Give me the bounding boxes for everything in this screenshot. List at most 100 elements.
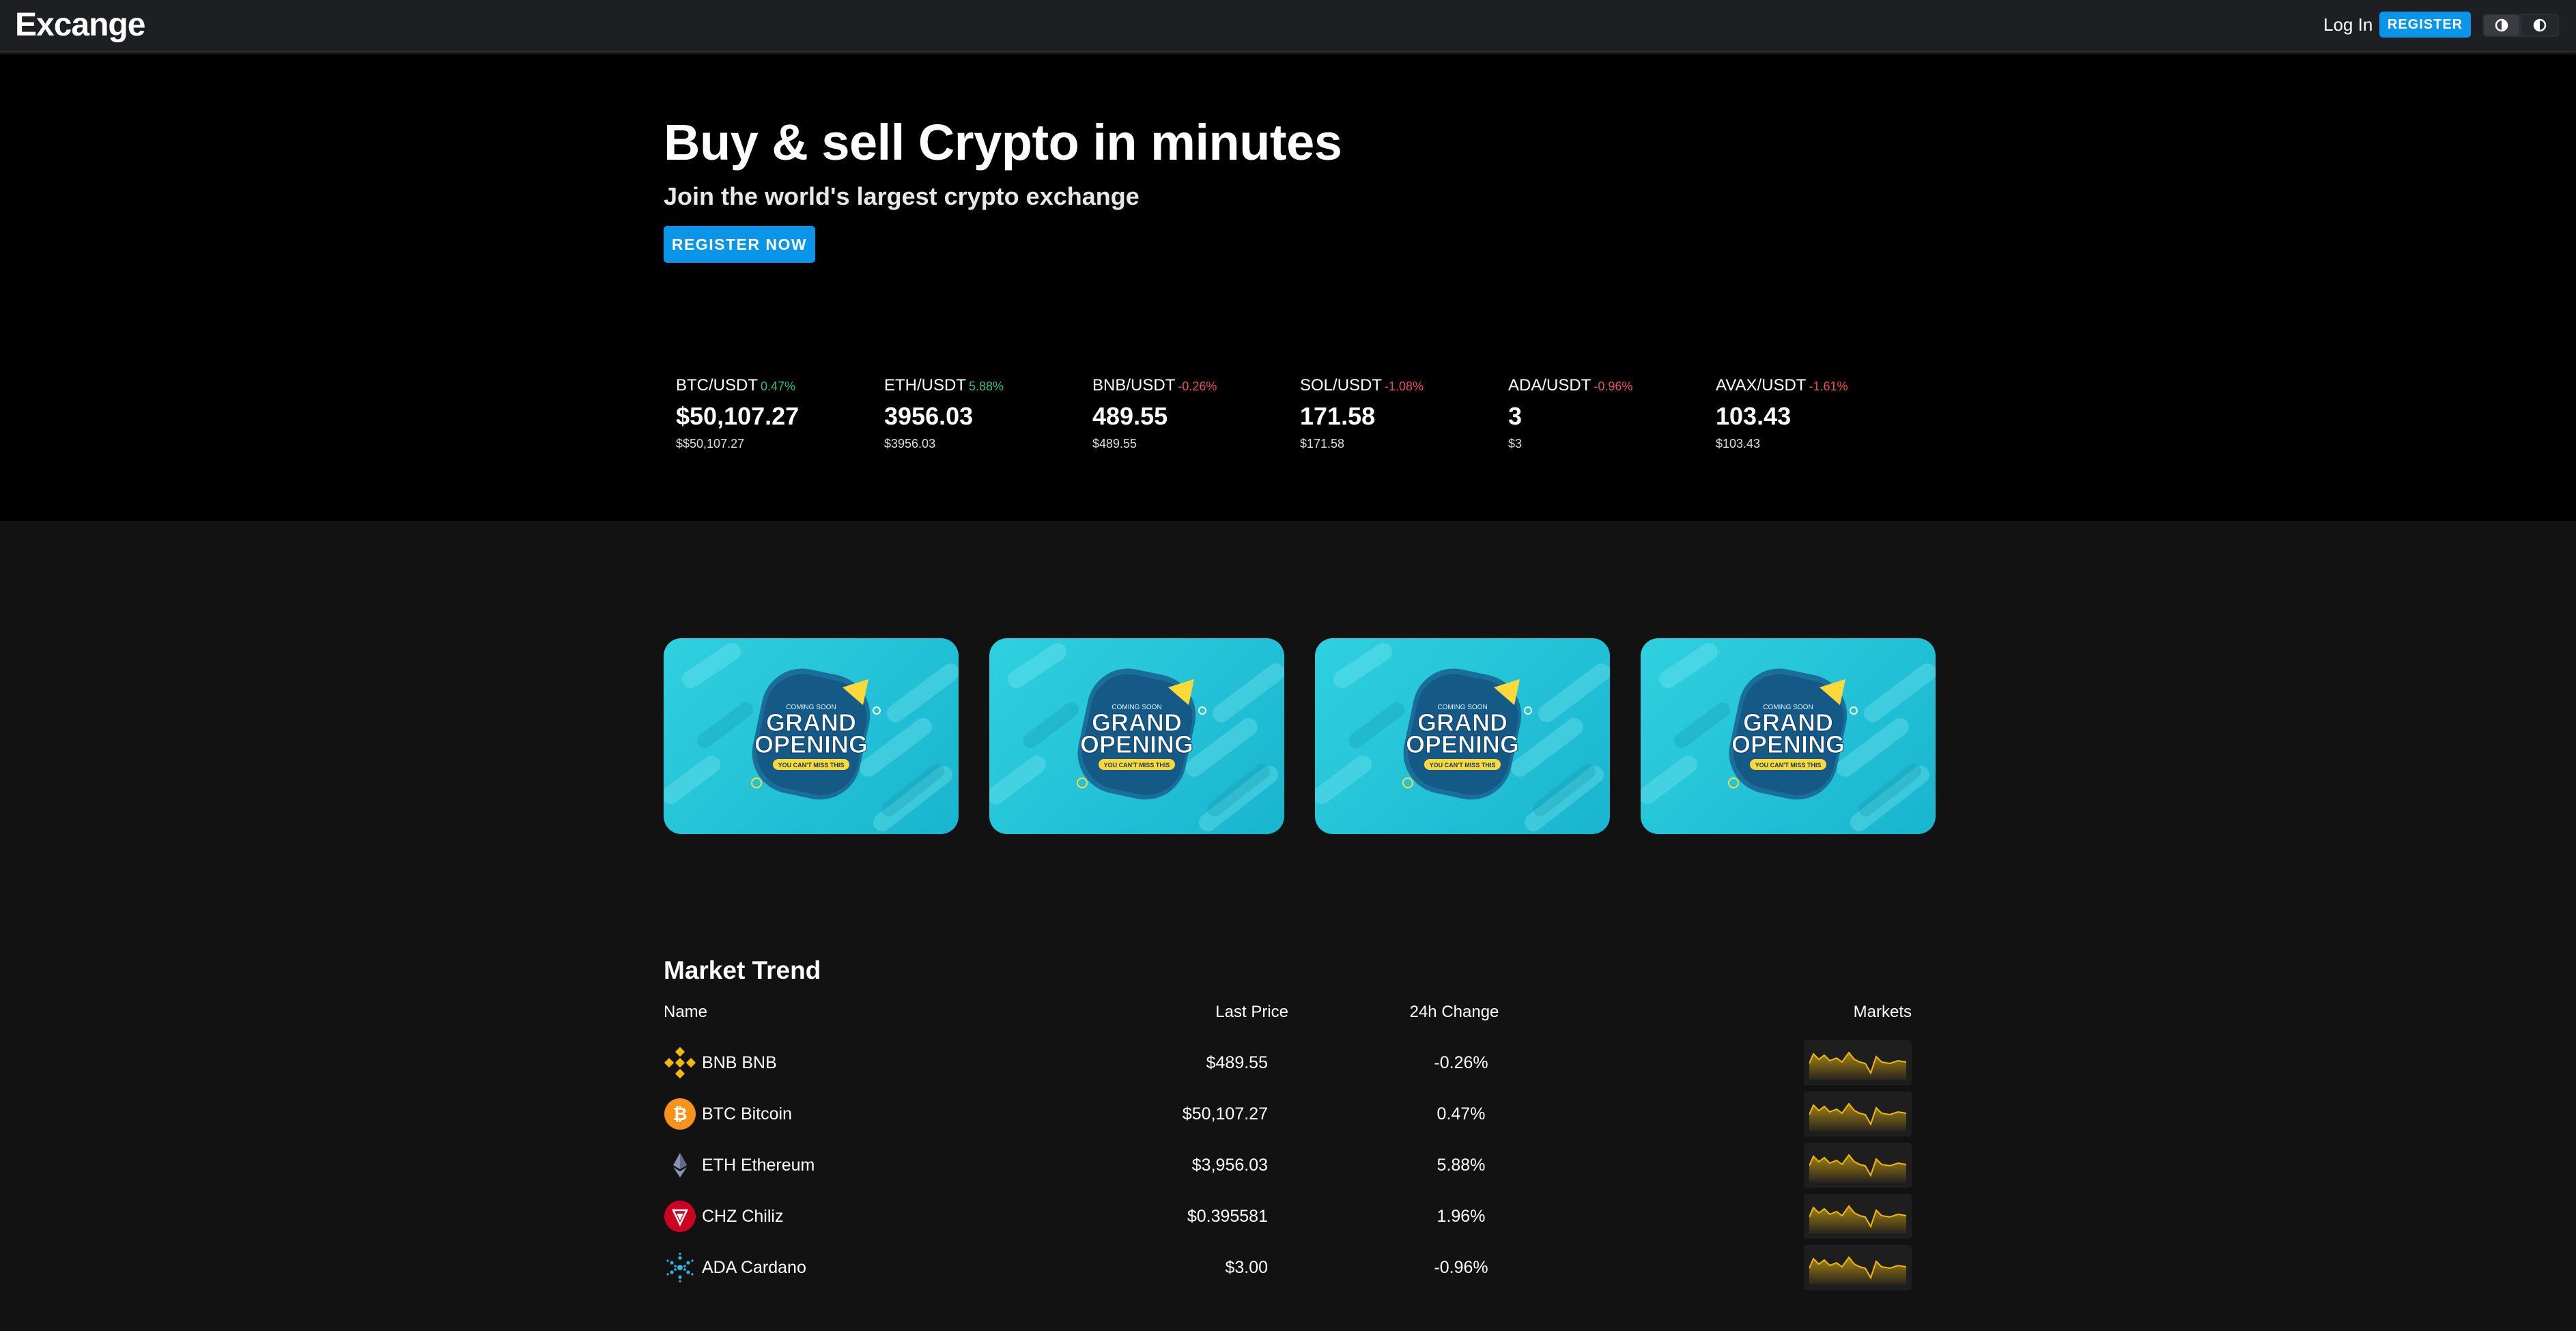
sparkline-chart — [1809, 1051, 1906, 1080]
theme-toggle — [2482, 14, 2559, 37]
ticker-ada[interactable]: ADA/USDT -0.96% 3 $3 — [1508, 375, 1706, 464]
ticker-pair-label: ADA/USDT — [1508, 376, 1591, 395]
ticker-change: 0.47% — [761, 380, 796, 393]
ticker-change: -0.96% — [1594, 380, 1633, 393]
grand-opening-graphic: COMING SOONGRANDOPENINGYOU CAN'T MISS TH… — [1315, 643, 1610, 831]
ticker-change: -0.26% — [1178, 380, 1217, 393]
market-sparkline[interactable] — [1804, 1040, 1912, 1085]
bnb-icon — [664, 1046, 696, 1079]
login-link[interactable]: Log In — [2323, 12, 2373, 37]
promo-banner[interactable]: COMING SOON GRAND OPENING YOU CAN'T MISS TH… — [1641, 638, 1936, 834]
market-row-chz[interactable]: CHZ Chiliz $0.395581 1.96% — [664, 1190, 1913, 1241]
promo-banner[interactable]: COMING SOON GRAND OPENING YOU CAN'T MISS TH… — [664, 638, 959, 834]
coin-name: BNB BNB — [702, 1053, 777, 1072]
ticker-price: 3956.03 — [884, 402, 974, 430]
banner-tag: YOU CAN'T MISS THIS — [1755, 762, 1822, 769]
ticker-usd-price: $171.58 — [1300, 437, 1345, 450]
ticker-change: -1.61% — [1809, 380, 1848, 393]
coin-name: CHZ Chiliz — [702, 1207, 784, 1226]
column-last-price-header: Last Price — [1215, 1003, 1288, 1021]
hero-section: Buy & sell Crypto in minutes Join the wo… — [0, 55, 2576, 521]
market-row-btc[interactable]: ₿ BTC Bitcoin $50,107.27 0.47% — [664, 1087, 1913, 1139]
change-24h: 5.88% — [1436, 1156, 1486, 1175]
light-theme-button[interactable] — [2484, 15, 2519, 35]
change-24h: 0.47% — [1436, 1104, 1486, 1124]
ticker-change: 5.88% — [969, 380, 1004, 393]
ticker-pair-label: BNB/USDT — [1092, 376, 1176, 395]
ticker-usd-price: $$50,107.27 — [676, 437, 745, 450]
ticker-pair: AVAX/USDT -1.61% — [1716, 375, 1914, 397]
ticker-price: 3 — [1508, 402, 1523, 430]
ticker-pair: ETH/USDT 5.88% — [884, 375, 1082, 397]
ticker-pair: BNB/USDT -0.26% — [1092, 375, 1290, 397]
dark-theme-icon — [2533, 18, 2547, 32]
ticker-pair-label: SOL/USDT — [1300, 376, 1383, 395]
market-sparkline[interactable] — [1804, 1245, 1912, 1290]
change-24h: -0.96% — [1434, 1258, 1488, 1277]
chz-icon — [664, 1200, 696, 1233]
sparkline-chart — [1809, 1154, 1906, 1182]
banner-line2: OPENING — [1731, 730, 1845, 758]
register-now-button[interactable]: REGISTER NOW — [664, 226, 815, 263]
grand-opening-graphic: COMING SOONGRANDOPENINGYOU CAN'T MISS TH… — [1641, 643, 1936, 831]
ticker-avax[interactable]: AVAX/USDT -1.61% 103.43 $103.43 — [1716, 375, 1914, 464]
last-price: $50,107.27 — [1182, 1104, 1268, 1124]
register-button[interactable]: REGISTER — [2379, 12, 2471, 38]
ticker-price: 489.55 — [1092, 402, 1168, 430]
column-name-header: Name — [664, 1003, 708, 1021]
ticker-change: -1.08% — [1385, 380, 1424, 393]
svg-text:₿: ₿ — [673, 1104, 687, 1124]
ticker-bnb[interactable]: BNB/USDT -0.26% 489.55 $489.55 — [1092, 375, 1290, 464]
coin-name: ADA Cardano — [702, 1258, 806, 1277]
sparkline-chart — [1809, 1205, 1906, 1233]
market-trend-title: Market Trend — [664, 956, 821, 984]
light-theme-icon — [2495, 18, 2508, 32]
ticker-usd-price: $3956.03 — [884, 437, 936, 450]
ticker-sol[interactable]: SOL/USDT -1.08% 171.58 $171.58 — [1300, 375, 1498, 464]
market-sparkline[interactable] — [1804, 1091, 1912, 1136]
promo-banner[interactable]: COMING SOON GRAND OPENING YOU CAN'T MISS TH… — [989, 638, 1284, 834]
ada-icon — [664, 1251, 696, 1284]
ticker-usd-price: $3 — [1508, 437, 1523, 450]
sparkline-chart — [1809, 1256, 1906, 1285]
market-sparkline[interactable] — [1804, 1194, 1912, 1239]
market-sparkline[interactable] — [1804, 1143, 1912, 1188]
coin-name: ETH Ethereum — [702, 1156, 815, 1175]
ticker-usd-price: $489.55 — [1092, 437, 1137, 450]
banner-tag: YOU CAN'T MISS THIS — [1104, 762, 1170, 769]
banner-tag: YOU CAN'T MISS THIS — [1430, 762, 1496, 769]
banner-line2: OPENING — [1080, 730, 1193, 758]
sparkline-chart — [1809, 1102, 1906, 1131]
logo[interactable]: Excange — [15, 5, 145, 45]
eth-icon — [664, 1149, 696, 1182]
market-row-eth[interactable]: ETH Ethereum $3,956.03 5.88% — [664, 1139, 1913, 1190]
last-price: $3.00 — [1225, 1258, 1268, 1277]
btc-icon: ₿ — [664, 1098, 696, 1130]
last-price: $0.395581 — [1187, 1207, 1268, 1226]
banner-tag: YOU CAN'T MISS THIS — [778, 762, 845, 769]
market-row-ada[interactable]: ADA Cardano $3.00 -0.96% — [664, 1241, 1913, 1292]
column-markets-header: Markets — [1853, 1003, 1912, 1021]
last-price: $3,956.03 — [1191, 1156, 1268, 1175]
ticker-pair-label: ETH/USDT — [884, 376, 966, 395]
ticker-pair-label: BTC/USDT — [676, 376, 758, 395]
change-24h: -0.26% — [1434, 1053, 1488, 1072]
top-navbar: Excange Log In REGISTER — [0, 0, 2576, 53]
promo-banner[interactable]: COMING SOON GRAND OPENING YOU CAN'T MISS TH… — [1315, 638, 1610, 834]
dark-theme-button[interactable] — [2522, 15, 2558, 35]
last-price: $489.55 — [1206, 1053, 1268, 1072]
banner-line2: OPENING — [754, 730, 868, 758]
ticker-pair-label: AVAX/USDT — [1716, 376, 1807, 395]
ticker-eth[interactable]: ETH/USDT 5.88% 3956.03 $3956.03 — [884, 375, 1082, 464]
hero-subtitle: Join the world's largest crypto exchange — [664, 182, 1140, 210]
ticker-pair: SOL/USDT -1.08% — [1300, 375, 1498, 397]
coin-name: BTC Bitcoin — [702, 1104, 792, 1124]
ticker-price: 103.43 — [1716, 402, 1792, 430]
market-row-bnb[interactable]: BNB BNB $489.55 -0.26% — [664, 1036, 1913, 1087]
banner-line2: OPENING — [1406, 730, 1519, 758]
ticker-btc[interactable]: BTC/USDT 0.47% $50,107.27 $$50,107.27 — [676, 375, 874, 464]
ticker-price: $50,107.27 — [676, 402, 799, 430]
ticker-price: 171.58 — [1300, 402, 1376, 430]
change-24h: 1.96% — [1436, 1207, 1486, 1226]
column-24h-change-header: 24h Change — [1409, 1003, 1499, 1021]
